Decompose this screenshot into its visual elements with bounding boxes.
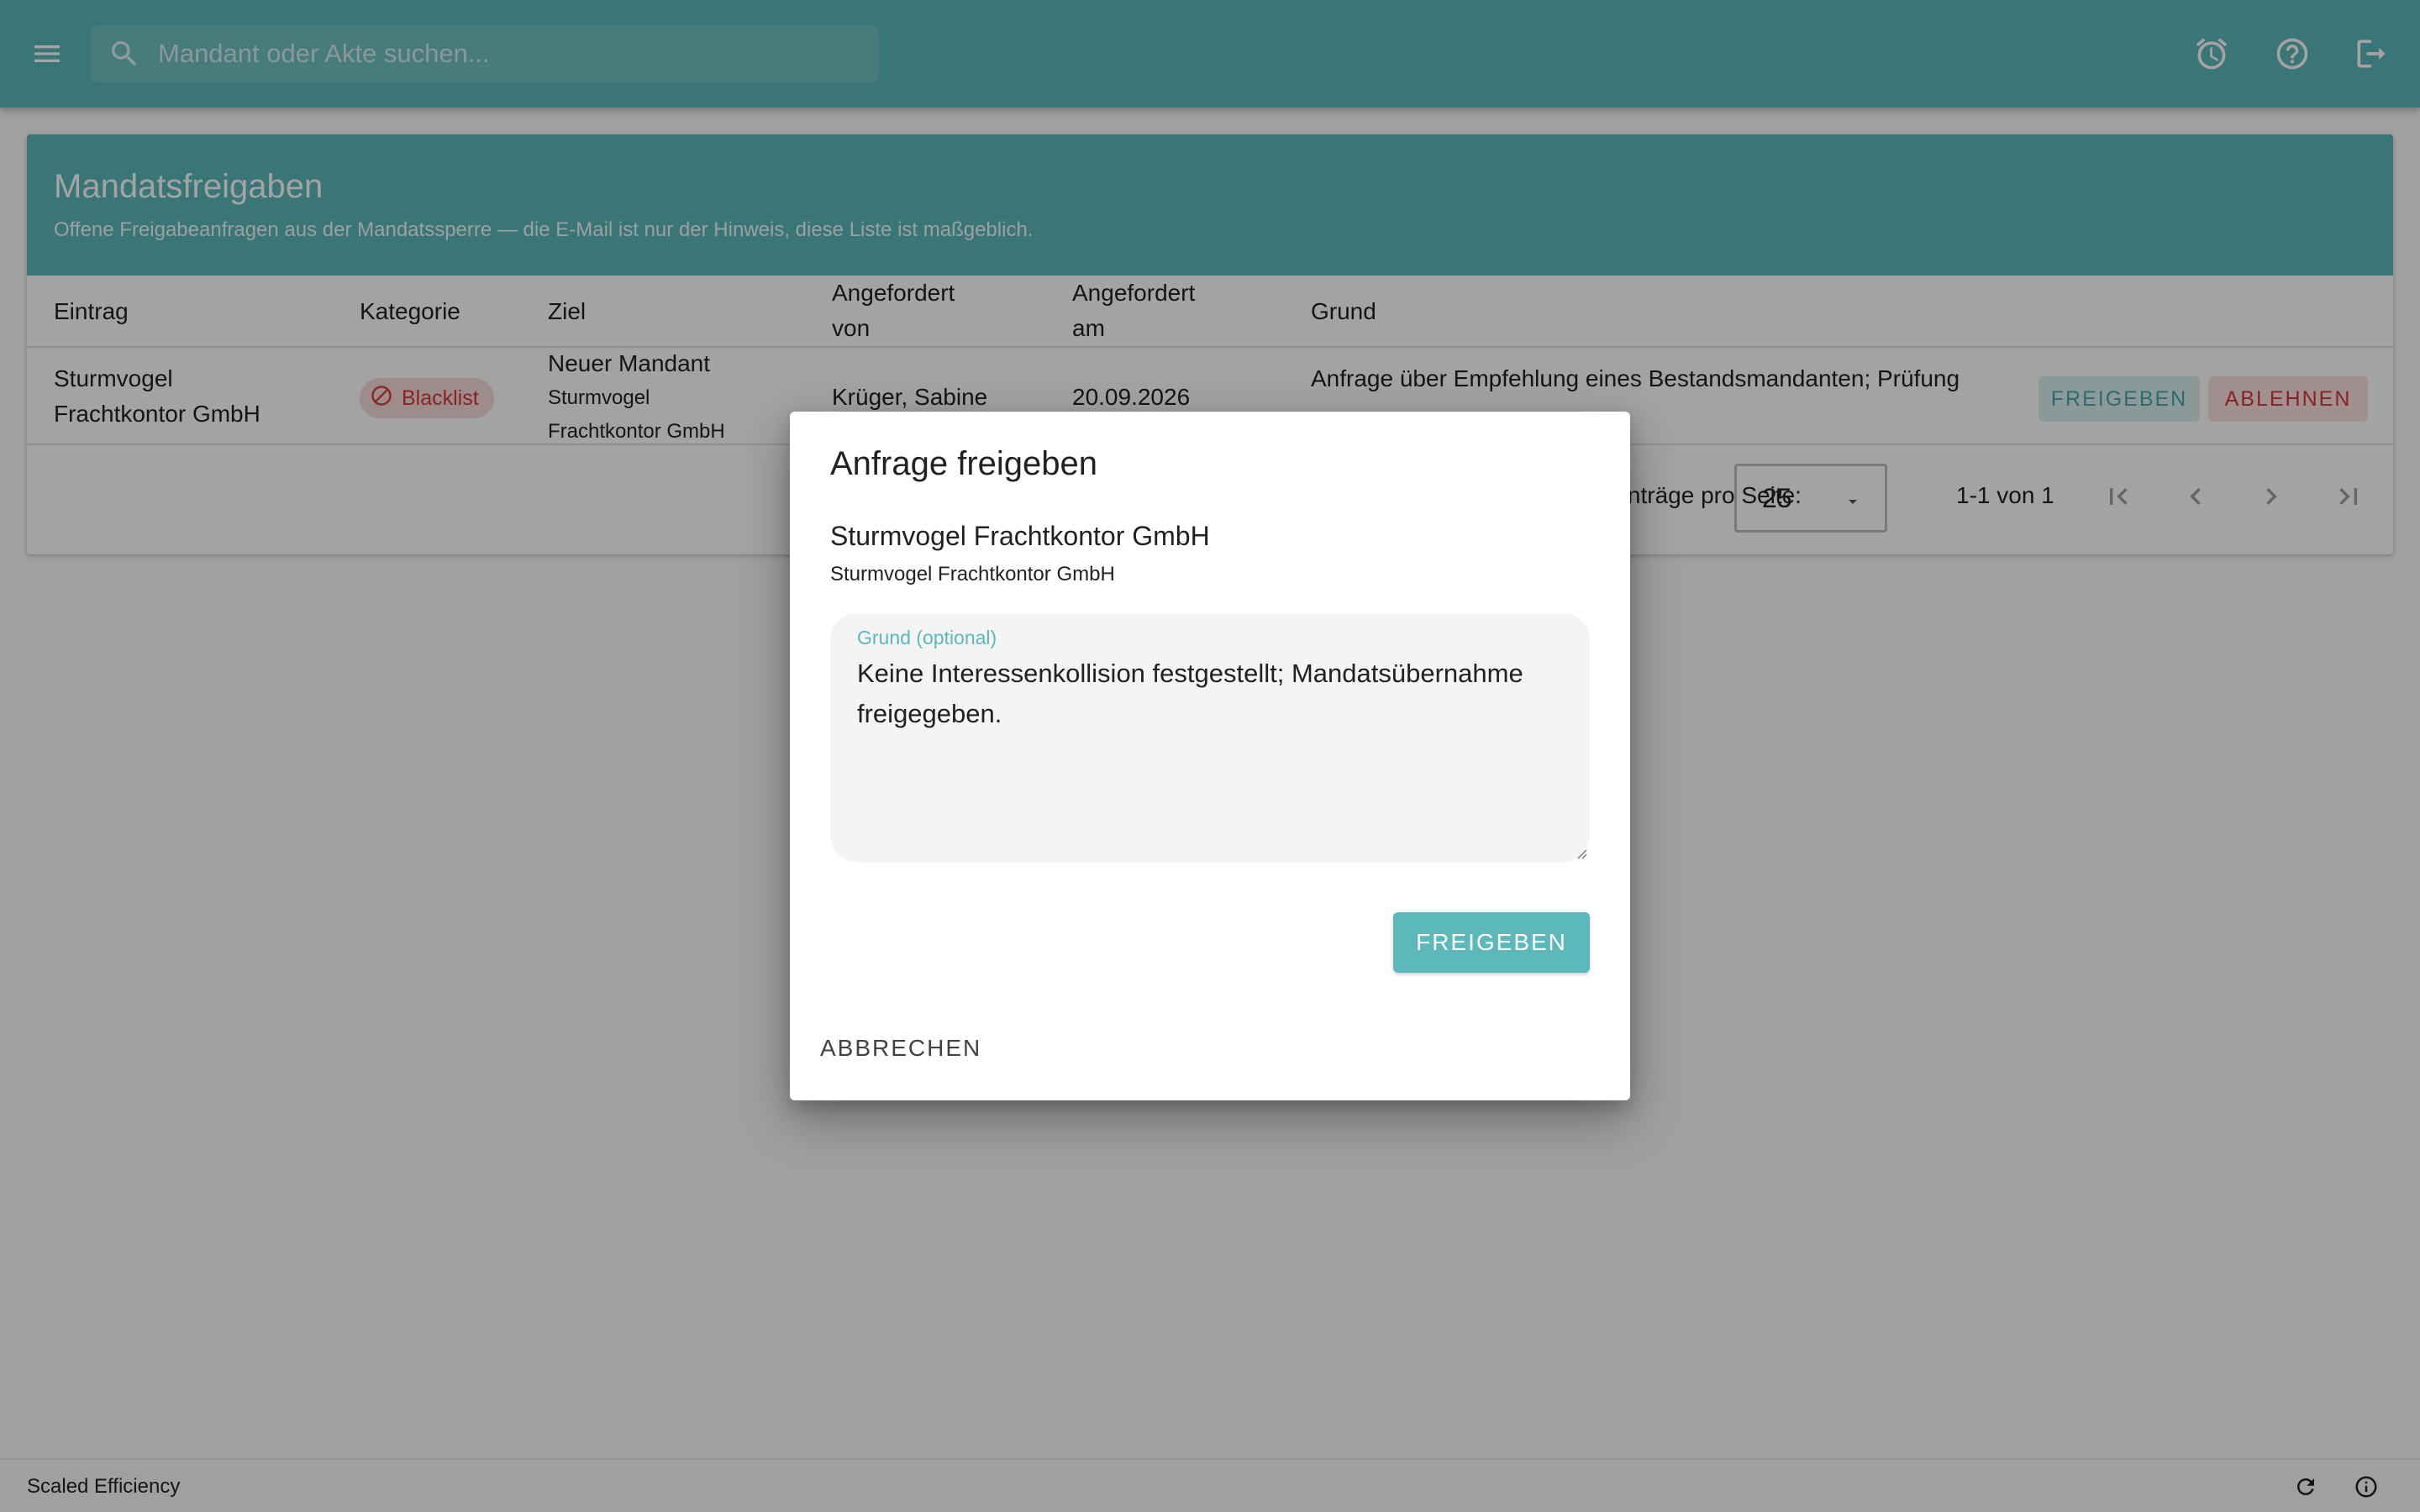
reason-field[interactable]: Grund (optional) Keine Interessenkollisi… [830, 613, 1590, 862]
dialog-client-subtitle: Sturmvogel Frachtkontor GmbH [830, 563, 1115, 585]
reason-textarea[interactable]: Keine Interessenkollision festgestellt; … [857, 654, 1570, 838]
dialog-title: Anfrage freigeben [830, 445, 1098, 482]
confirm-approve-button[interactable]: FREIGEBEN [1393, 912, 1590, 973]
reason-field-label: Grund (optional) [857, 627, 997, 648]
approve-dialog: Anfrage freigeben Sturmvogel Frachtkonto… [790, 412, 1630, 1100]
resize-handle-icon[interactable] [1573, 845, 1588, 860]
dialog-client-name: Sturmvogel Frachtkontor GmbH [830, 521, 1210, 551]
cancel-button[interactable]: ABBRECHEN [812, 1025, 990, 1072]
